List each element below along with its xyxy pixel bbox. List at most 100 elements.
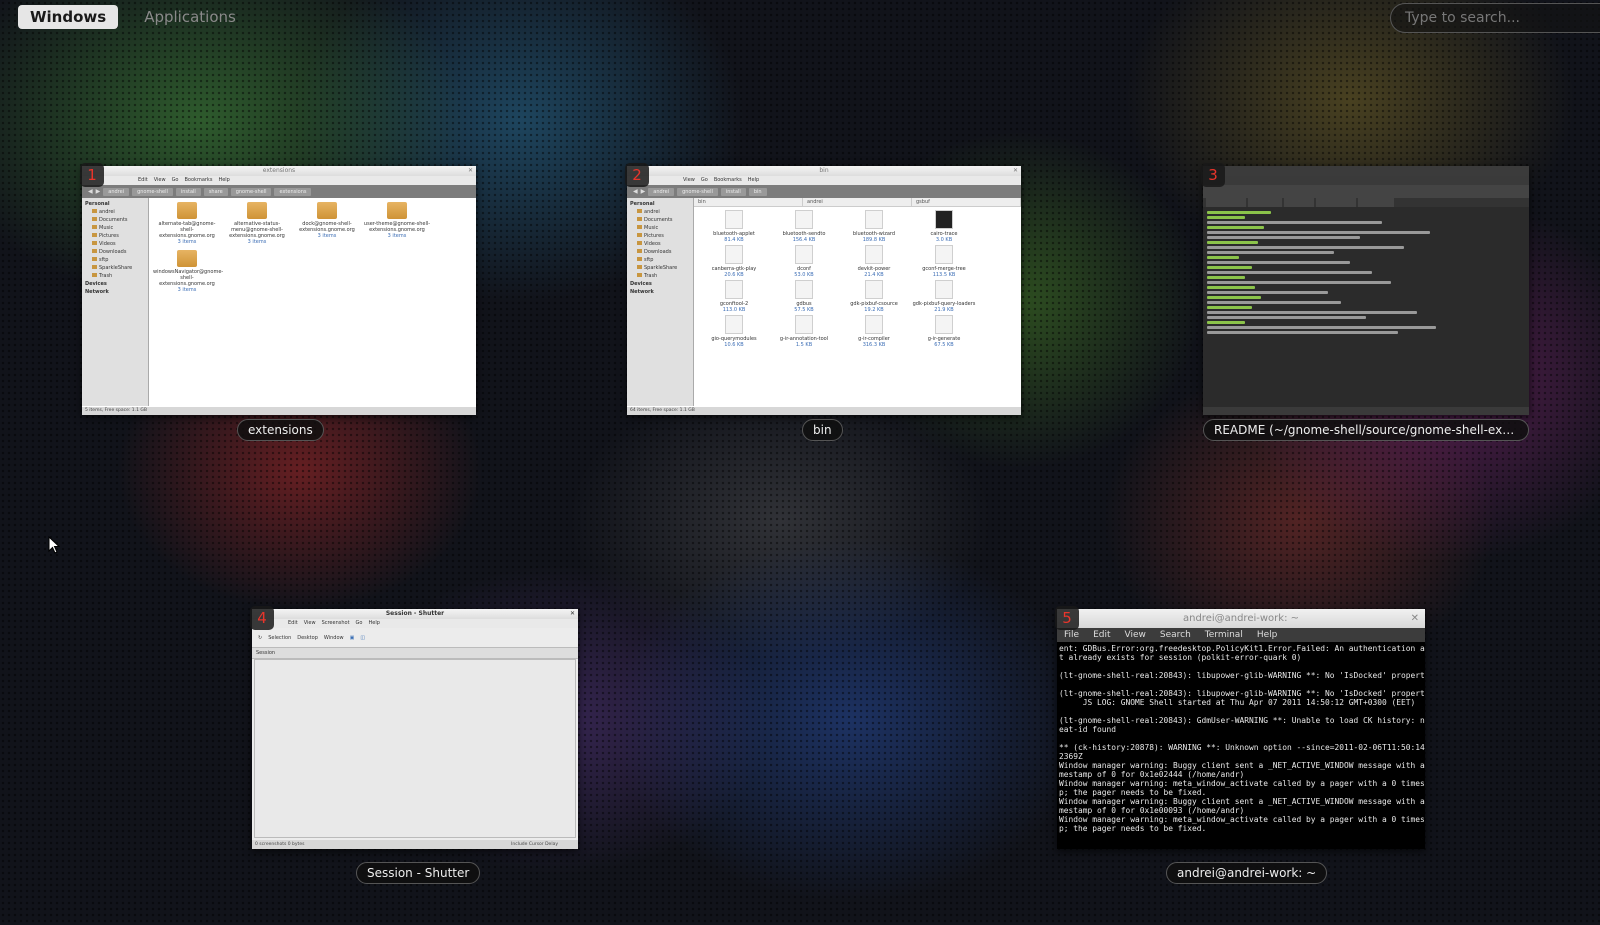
file-item: gdk-pixbuf-query-loaders 21.9 KB bbox=[910, 280, 978, 313]
menu-item: View bbox=[303, 620, 316, 626]
folder-icon bbox=[177, 202, 197, 219]
back-icon: ◀ bbox=[633, 188, 638, 195]
status-bar: 64 items, Free space: 1.1 GB bbox=[627, 407, 1021, 415]
menu-item: View bbox=[153, 177, 166, 183]
text-line bbox=[1207, 286, 1255, 289]
editor-tab bbox=[1316, 198, 1356, 207]
text-line bbox=[1207, 301, 1341, 304]
item-count: 3 items bbox=[247, 239, 267, 245]
window-title: bin bbox=[819, 167, 829, 174]
menu-item: Go bbox=[171, 177, 179, 183]
file-item: g-ir-compiler 316.3 KB bbox=[840, 315, 908, 348]
window-thumbnail-terminal[interactable]: andrei@andrei-work: ~ ✕ File Edit View Se… bbox=[1057, 609, 1425, 849]
window-thumbnail-readme-editor[interactable] bbox=[1203, 166, 1529, 415]
text-line bbox=[1207, 291, 1328, 294]
breadcrumb: andrei bbox=[103, 187, 130, 196]
menu-item: Go bbox=[355, 620, 363, 626]
breadcrumb: bin bbox=[748, 187, 767, 196]
text-line bbox=[1207, 226, 1265, 229]
sidebar-item: Music bbox=[82, 224, 148, 232]
sidebar: Personal andrei Documents Music Pictures… bbox=[82, 198, 149, 406]
window-caption[interactable]: bin bbox=[802, 419, 843, 441]
location-toolbar: ◀ ▶ andrei gnome-shell install bin bbox=[627, 185, 1021, 198]
editor-status-bar bbox=[1203, 407, 1529, 415]
file-item: gconftool-2 113.0 KB bbox=[700, 280, 768, 313]
window-number-badge: 3 bbox=[1201, 163, 1225, 187]
file-item: bluetooth-applet 81.4 KB bbox=[700, 210, 768, 243]
window-titlebar: andrei@andrei-work: ~ ✕ bbox=[1057, 609, 1425, 628]
sidebar-item: andrei bbox=[82, 208, 148, 216]
screenshot-area bbox=[254, 659, 576, 838]
window-title: extensions bbox=[262, 167, 296, 174]
text-line bbox=[1207, 316, 1366, 319]
refresh-icon: ↻ bbox=[258, 634, 263, 641]
file-item: gconf-merge-tree 113.5 KB bbox=[910, 245, 978, 278]
executable-icon bbox=[935, 280, 953, 299]
file-item: g-ir-generate 67.5 KB bbox=[910, 315, 978, 348]
folder-item: alternative-status-menu@gnome-shell-exte… bbox=[223, 202, 291, 245]
close-icon: ✕ bbox=[1012, 167, 1018, 174]
close-icon: ✕ bbox=[569, 610, 575, 617]
window-thumbnail-extensions[interactable]: extensions ✕ Edit View Go Bookmarks Help … bbox=[82, 166, 476, 415]
menubar bbox=[1203, 176, 1529, 185]
breadcrumb: andrei bbox=[648, 187, 675, 196]
sidebar-heading: Personal bbox=[630, 201, 655, 207]
toolbar-button-desktop: Desktop bbox=[297, 634, 318, 641]
window-thumbnail-bin[interactable]: bin ✕ View Go Bookmarks Help ◀ ▶ andrei g… bbox=[627, 166, 1021, 415]
text-line bbox=[1207, 266, 1252, 269]
item-size: 316.3 KB bbox=[862, 342, 886, 348]
item-count: 3 items bbox=[177, 287, 197, 293]
executable-icon bbox=[865, 245, 883, 264]
menu-item: Help bbox=[368, 620, 380, 626]
window-caption[interactable]: README (~/gnome-shell/source/gnome-shell… bbox=[1203, 419, 1529, 441]
menu-item: View bbox=[683, 177, 695, 183]
window-titlebar: Session - Shutter ✕ bbox=[252, 609, 578, 619]
text-line bbox=[1207, 321, 1246, 324]
forward-icon: ▶ bbox=[640, 188, 646, 195]
executable-icon bbox=[795, 245, 813, 264]
sidebar-heading: Devices bbox=[630, 281, 652, 287]
text-line bbox=[1207, 221, 1382, 224]
executable-icon bbox=[725, 315, 743, 334]
menubar: Edit View Screenshot Go Help bbox=[252, 619, 578, 628]
file-grid: bluetooth-applet 81.4 KB bluetooth-sendto… bbox=[694, 207, 1021, 406]
item-size: 1.5 KB bbox=[795, 342, 813, 348]
executable-icon bbox=[725, 280, 743, 299]
window-caption[interactable]: andrei@andrei-work: ~ bbox=[1166, 862, 1328, 884]
search-input[interactable]: Type to search... bbox=[1390, 3, 1600, 33]
window-titlebar: extensions ✕ bbox=[82, 166, 476, 176]
sidebar-heading: Network bbox=[630, 289, 654, 295]
window-caption[interactable]: extensions bbox=[237, 419, 324, 441]
menu-item: Help bbox=[747, 177, 760, 183]
item-count: 3 items bbox=[177, 239, 197, 245]
menu-item: Screenshot bbox=[321, 620, 350, 626]
window-number-badge: 1 bbox=[80, 163, 104, 187]
file-item: devkit-power 21.4 KB bbox=[840, 245, 908, 278]
item-name: alternate-tab@gnome-shell-extensions.gno… bbox=[158, 221, 216, 239]
status-text: 0 screenshots 0 bytes bbox=[255, 842, 305, 847]
breadcrumb: gnome-shell bbox=[132, 187, 173, 196]
tab-windows[interactable]: Windows bbox=[18, 5, 119, 29]
sidebar-item: Downloads bbox=[627, 248, 693, 256]
item-size: 53.0 KB bbox=[794, 272, 814, 278]
menu-item: Edit bbox=[1093, 630, 1111, 640]
item-size: 113.5 KB bbox=[932, 272, 956, 278]
view-switcher: Windows Applications bbox=[18, 5, 248, 29]
editor-tabs bbox=[1203, 198, 1529, 207]
tab-applications[interactable]: Applications bbox=[132, 5, 248, 29]
capture-icon: ◫ bbox=[360, 634, 366, 641]
text-line bbox=[1207, 256, 1239, 259]
item-size: 113.0 KB bbox=[722, 307, 746, 313]
text-line bbox=[1207, 216, 1246, 219]
menu-item: Search bbox=[1159, 630, 1191, 640]
window-caption[interactable]: Session - Shutter bbox=[356, 862, 481, 884]
folder-item: alternate-tab@gnome-shell-extensions.gno… bbox=[153, 202, 221, 245]
window-title: andrei@andrei-work: ~ bbox=[1182, 613, 1299, 624]
executable-icon bbox=[865, 315, 883, 334]
file-item: gdk-pixbuf-csource 19.2 KB bbox=[840, 280, 908, 313]
window-thumbnail-shutter[interactable]: Session - Shutter ✕ Edit View Screenshot … bbox=[252, 609, 578, 849]
breadcrumb: share bbox=[203, 187, 228, 196]
breadcrumb: gnome-shell bbox=[677, 187, 718, 196]
editor-tab bbox=[1284, 198, 1314, 207]
editor-tab bbox=[1248, 198, 1282, 207]
